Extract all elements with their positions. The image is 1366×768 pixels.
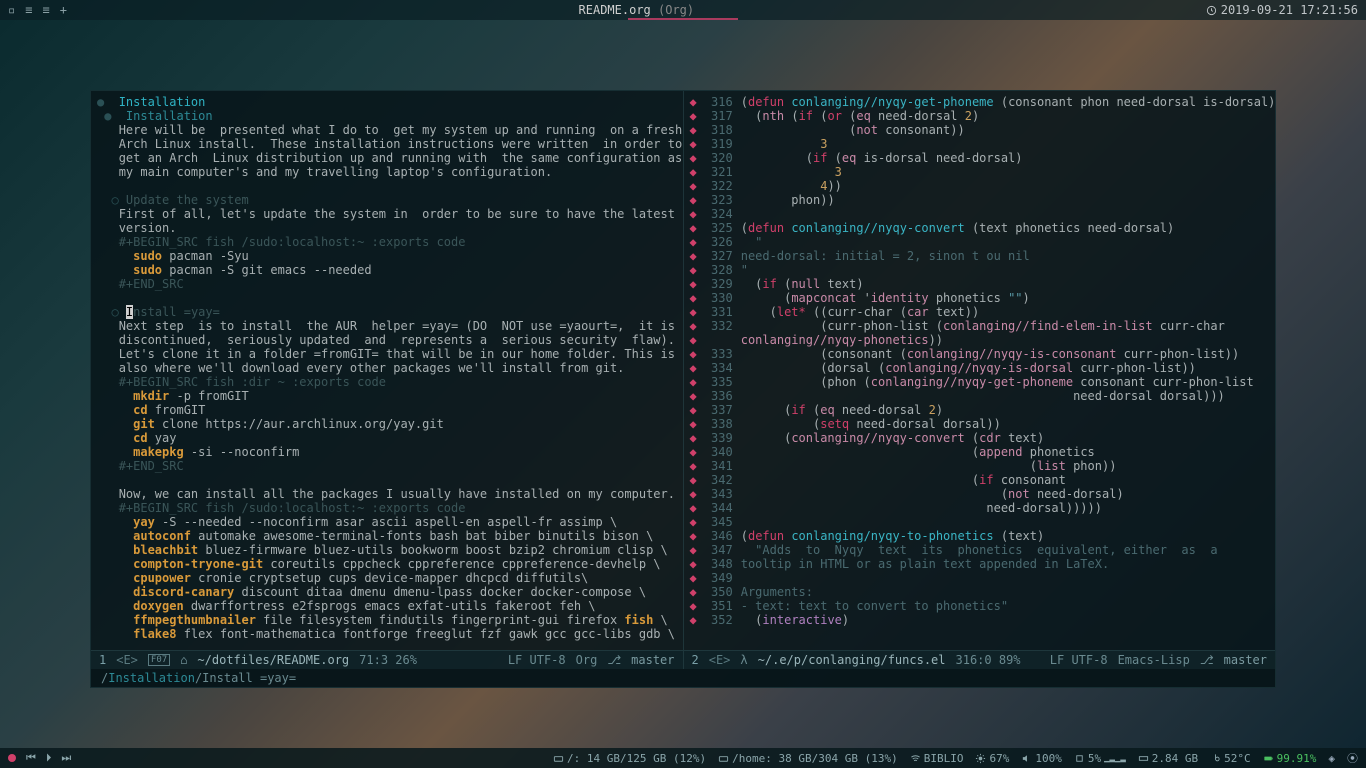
- system-taskbar: ⏮ ⏵ ⏭ /: 14 GB/125 GB (12%) /home: 38 GB…: [0, 748, 1366, 768]
- archlinux-icon[interactable]: [8, 754, 16, 762]
- disk-icon: [553, 753, 564, 764]
- brightness-icon: [975, 753, 986, 764]
- ml-major-mode: Emacs-Lisp: [1118, 653, 1190, 667]
- git-branch-icon: ⎇: [607, 653, 621, 667]
- titlebar-clock: 2019-09-21 17:21:56: [1206, 3, 1358, 17]
- breadcrumb-2: Install =yay=: [202, 671, 296, 685]
- title-mode: (Org): [658, 3, 694, 17]
- right-pane-elisp[interactable]: ◆316(defun conlanging//nyqy-get-phoneme …: [684, 91, 1276, 650]
- window-titlebar: ▫ ≡ ≡ + README.org (Org) 2019-09-21 17:2…: [0, 0, 1366, 20]
- volume-widget[interactable]: 100%: [1021, 752, 1062, 765]
- location-tray-icon[interactable]: ⦿: [1347, 750, 1358, 766]
- ram-widget: 2.84 GB: [1138, 752, 1198, 765]
- ml-encoding: LF UTF-8: [1050, 653, 1108, 667]
- temp-widget: 52°C: [1210, 752, 1251, 765]
- ml-filepath: ~/dotfiles/README.org: [197, 653, 349, 667]
- modelines: 1 <E> F07 ⌂ ~/dotfiles/README.org 71:3 2…: [91, 650, 1275, 669]
- ml-evil-state: <E>: [709, 653, 731, 667]
- wifi-widget[interactable]: BIBLIO: [910, 752, 964, 765]
- minibuffer[interactable]: /Installation/Install =yay=: [91, 669, 1275, 687]
- org-icon: F07: [148, 654, 170, 666]
- title-underline: [628, 18, 738, 20]
- wifi-icon: [910, 753, 921, 764]
- title-filename: README.org: [579, 3, 651, 17]
- git-branch-icon: ⎇: [1200, 653, 1214, 667]
- breadcrumb-1: Installation: [108, 671, 195, 685]
- ml-evil-state: <E>: [116, 653, 138, 667]
- disk-home-widget: /home: 38 GB/304 GB (13%): [718, 752, 898, 765]
- ml-window-num: 2: [692, 653, 699, 667]
- ml-branch: master: [631, 653, 674, 667]
- ml-major-mode: Org: [576, 653, 598, 667]
- left-pane-org[interactable]: ● Installation ● Installation Here will …: [91, 91, 684, 650]
- disk-icon: [718, 753, 729, 764]
- brightness-widget[interactable]: 67%: [975, 752, 1009, 765]
- media-prev-icon[interactable]: ⏮: [26, 751, 36, 765]
- layout-icon-1[interactable]: ▫: [8, 3, 15, 17]
- cpu-bars: ▁▂▁▂: [1104, 753, 1126, 763]
- battery-icon: [1263, 753, 1274, 764]
- home-icon: ⌂: [180, 653, 187, 667]
- discord-tray-icon[interactable]: ◈: [1328, 752, 1335, 765]
- battery-widget: 99.91%: [1263, 752, 1317, 765]
- thermometer-icon: [1210, 753, 1221, 764]
- ml-position: 316:0 89%: [956, 653, 1021, 667]
- new-tab-icon[interactable]: +: [60, 3, 67, 17]
- layout-icon-3[interactable]: ≡: [42, 3, 49, 17]
- window-title: README.org (Org): [67, 3, 1206, 17]
- ram-icon: [1138, 753, 1149, 764]
- split-panes: ● Installation ● Installation Here will …: [91, 91, 1275, 650]
- modeline-left: 1 <E> F07 ⌂ ~/dotfiles/README.org 71:3 2…: [91, 651, 683, 669]
- volume-icon: [1021, 753, 1032, 764]
- ml-encoding: LF UTF-8: [508, 653, 566, 667]
- datetime-text: 2019-09-21 17:21:56: [1221, 3, 1358, 17]
- media-play-icon[interactable]: ⏵: [46, 751, 52, 765]
- taskbar-right: /: 14 GB/125 GB (12%) /home: 38 GB/304 G…: [553, 750, 1358, 766]
- modeline-right: 2 <E> λ ~/.e/p/conlanging/funcs.el 316:0…: [683, 651, 1276, 669]
- ml-filepath: ~/.e/p/conlanging/funcs.el: [758, 653, 946, 667]
- titlebar-left-controls: ▫ ≡ ≡ +: [8, 3, 67, 17]
- disk-root-widget: /: 14 GB/125 GB (12%): [553, 752, 706, 765]
- layout-icon-2[interactable]: ≡: [25, 3, 32, 17]
- ml-position: 71:3 26%: [359, 653, 417, 667]
- cpu-icon: [1074, 753, 1085, 764]
- ml-window-num: 1: [99, 653, 106, 667]
- cpu-widget: 5% ▁▂▁▂: [1074, 752, 1126, 765]
- clock-icon: [1206, 5, 1217, 16]
- taskbar-left: ⏮ ⏵ ⏭: [8, 751, 71, 765]
- media-next-icon[interactable]: ⏭: [61, 751, 71, 765]
- elisp-icon: λ: [740, 653, 747, 667]
- emacs-frame: ● Installation ● Installation Here will …: [90, 90, 1276, 688]
- ml-branch: master: [1224, 653, 1267, 667]
